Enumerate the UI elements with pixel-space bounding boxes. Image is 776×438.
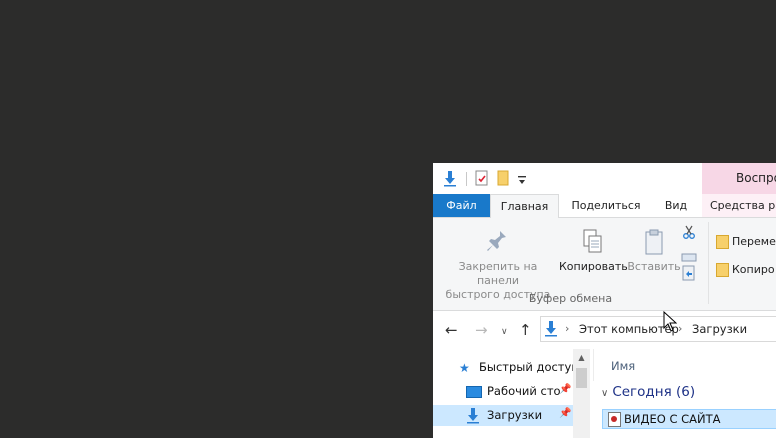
pin-label-line1: Закрепить на панели <box>458 260 538 287</box>
download-arrow-icon[interactable] <box>441 169 459 191</box>
copy-icon <box>559 228 627 260</box>
pin-quick-access-button[interactable]: Закрепить на панели быстрого доступа <box>439 228 557 302</box>
copy-to-icon <box>716 263 729 277</box>
download-arrow-icon <box>465 407 481 428</box>
toolbar-separator <box>466 172 467 186</box>
copy-button[interactable]: Копировать <box>559 228 628 274</box>
cut-scissors-icon[interactable] <box>681 224 697 244</box>
properties-icon[interactable] <box>474 169 490 191</box>
column-divider <box>593 349 594 381</box>
tab-share[interactable]: Поделиться <box>563 194 649 217</box>
scroll-up-arrow-icon[interactable]: ▲ <box>573 349 590 366</box>
navigation-pane: ★ Быстрый доступ Рабочий сто 📌 Загрузки … <box>433 349 590 438</box>
downloads-location-icon <box>543 320 559 342</box>
clipboard-group-label: Буфер обмена <box>528 292 613 305</box>
tab-view[interactable]: Вид <box>655 194 697 217</box>
breadcrumb-downloads[interactable]: Загрузки <box>692 322 747 336</box>
list-item[interactable]: ВИДЕО С САЙТА <box>602 409 776 429</box>
file-list: Имя ∨ Сегодня (6) ВИДЕО С САЙТА <box>593 349 776 438</box>
nav-item-downloads[interactable]: Загрузки 📌 <box>433 405 590 426</box>
tab-contextual-tools[interactable]: Средства ра <box>702 194 776 217</box>
collapse-chevron-icon: ∨ <box>601 388 609 399</box>
nav-pane-scrollbar[interactable]: ▲ <box>573 349 590 438</box>
ribbon-group-separator <box>708 222 709 304</box>
paste-button[interactable]: Вставить <box>627 228 681 274</box>
pin-icon <box>439 228 557 260</box>
paste-shortcut-icon[interactable] <box>681 264 697 286</box>
breadcrumb-separator-icon: › <box>678 322 683 335</box>
video-file-icon <box>608 412 621 427</box>
recent-locations-chevron-icon[interactable]: ∨ <box>501 323 508 341</box>
clipboard-icon <box>627 228 681 260</box>
copy-to-label: Копиро <box>732 263 775 276</box>
star-icon: ★ <box>459 361 470 375</box>
tab-home[interactable]: Главная <box>490 194 559 218</box>
paste-label: Вставить <box>627 260 681 273</box>
copy-label: Копировать <box>559 260 628 273</box>
move-to-button[interactable]: Переме <box>716 235 776 249</box>
desktop-icon <box>466 386 482 398</box>
up-arrow-icon[interactable]: ↑ <box>519 321 532 339</box>
nav-item-desktop[interactable]: Рабочий сто 📌 <box>433 381 590 402</box>
nav-item-label: Загрузки <box>487 408 543 422</box>
back-arrow-icon[interactable]: ← <box>445 321 458 339</box>
address-bar[interactable]: › Этот компьютер › Загрузки <box>540 316 776 342</box>
ribbon-panel: Закрепить на панели быстрого доступа Коп… <box>433 218 776 311</box>
group-header-today[interactable]: ∨ Сегодня (6) <box>601 384 695 400</box>
forward-arrow-icon[interactable]: → <box>475 321 488 339</box>
move-to-label: Переме <box>732 235 776 248</box>
group-header-label: Сегодня (6) <box>612 384 696 400</box>
tab-file[interactable]: Файл <box>433 194 490 217</box>
nav-item-quick-access[interactable]: ★ Быстрый доступ <box>433 357 590 378</box>
file-name: ВИДЕО С САЙТА <box>624 412 721 426</box>
pin-icon[interactable]: 📌 <box>559 408 571 419</box>
scroll-thumb[interactable] <box>576 368 587 388</box>
nav-item-label: Рабочий сто <box>487 384 561 398</box>
navigation-bar: ← → ∨ ↑ › Этот компьютер › Загрузки <box>433 311 776 349</box>
copy-to-button[interactable]: Копиро <box>716 263 775 277</box>
contextual-tab-title: Воспро <box>702 163 776 194</box>
pin-icon[interactable]: 📌 <box>559 384 571 395</box>
file-explorer-window: Воспро Файл Главная Поделиться Вид Средс… <box>433 163 776 438</box>
move-to-icon <box>716 235 729 249</box>
nav-item-label: Быстрый доступ <box>479 360 579 374</box>
breadcrumb-separator-icon: › <box>565 322 570 335</box>
title-bar: Воспро <box>433 163 776 194</box>
mouse-cursor-icon <box>663 310 678 337</box>
ribbon-tabs: Файл Главная Поделиться Вид Средства ра <box>433 194 776 218</box>
column-header-name[interactable]: Имя <box>611 359 635 373</box>
new-folder-icon[interactable] <box>496 169 512 191</box>
customize-toolbar-dropdown-icon[interactable] <box>517 171 527 190</box>
